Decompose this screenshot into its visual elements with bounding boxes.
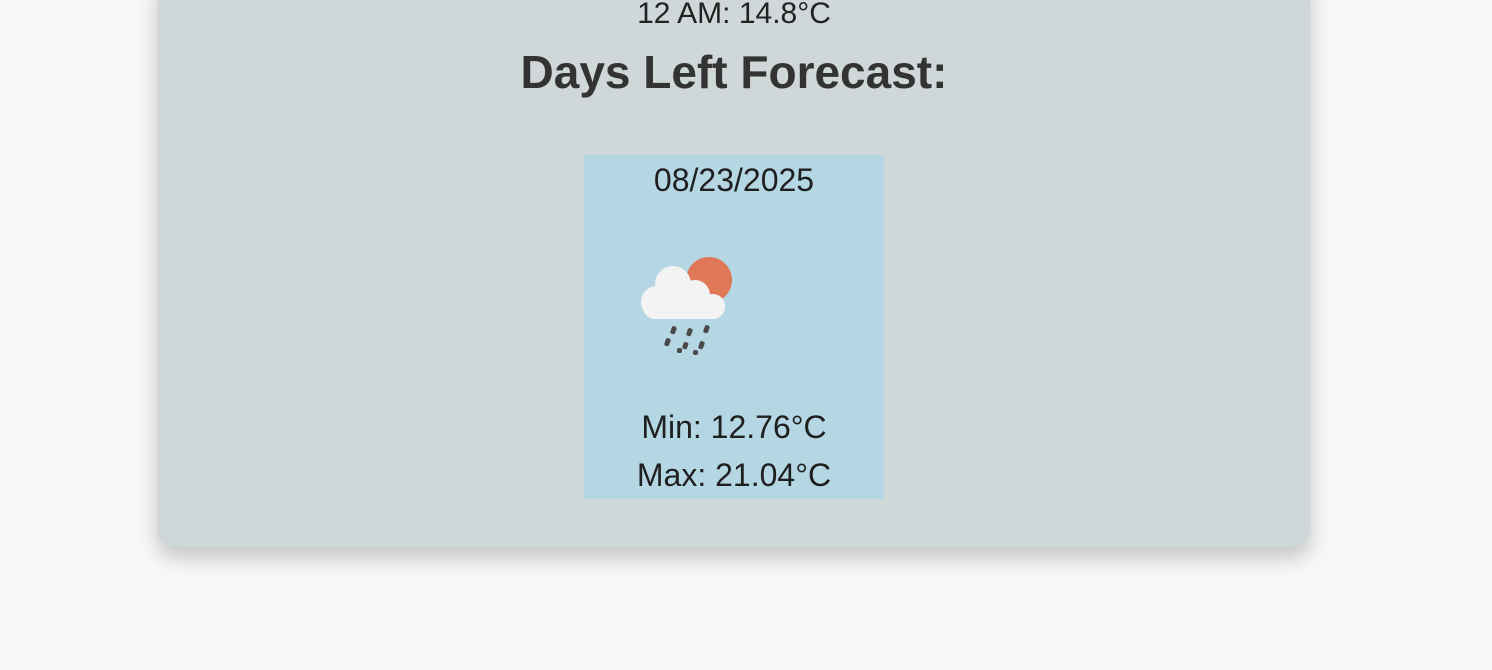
- cloud-sun-rain-icon: [641, 257, 732, 355]
- days-left-forecast-title: Days Left Forecast:: [520, 46, 948, 98]
- forecast-day-card: 08/23/2025 Min: 12.76°C Max: 21.04°C: [584, 155, 884, 499]
- forecast-day-max-temp: Max: 21.04°C: [636, 457, 832, 493]
- weather-card: 12 AM: 14.8°C Days Left Forecast: 08/23/…: [158, 0, 1310, 547]
- forecast-day-date: 08/23/2025: [653, 162, 815, 198]
- page: 12 AM: 14.8°C Days Left Forecast: 08/23/…: [0, 0, 1492, 670]
- forecast-day-min-temp: Min: 12.76°C: [641, 409, 827, 445]
- hourly-forecast-entry: 12 AM: 14.8°C: [637, 0, 831, 30]
